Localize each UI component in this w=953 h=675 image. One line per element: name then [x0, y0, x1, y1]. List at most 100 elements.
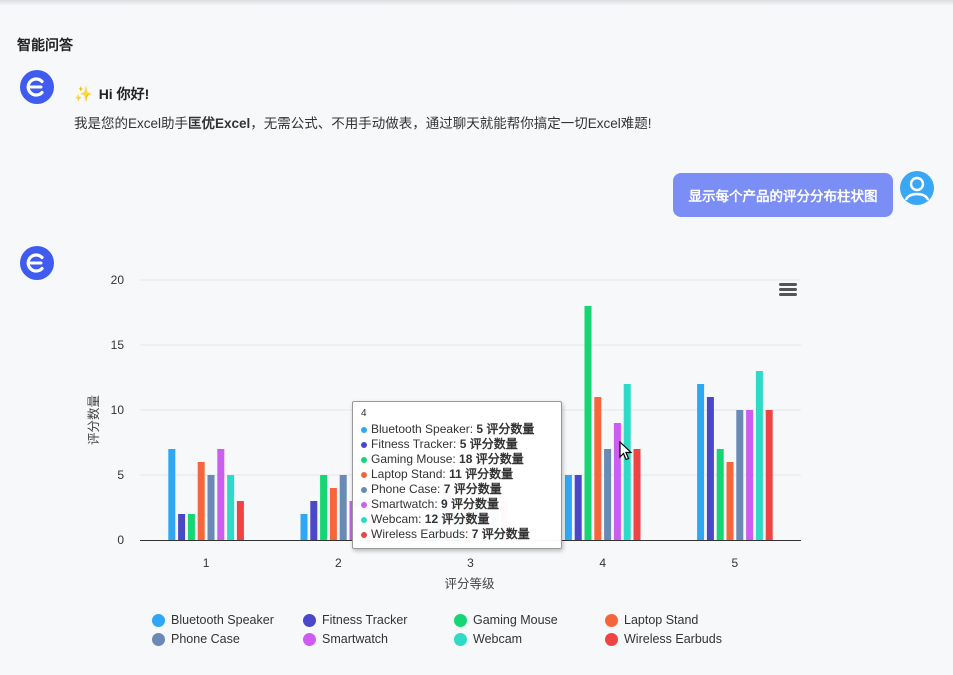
legend-label: Fitness Tracker: [322, 613, 408, 627]
tooltip-series-name: Webcam:: [371, 512, 425, 526]
tooltip-row: Webcam: 12 评分数量: [361, 512, 553, 527]
legend-label: Smartwatch: [322, 632, 388, 646]
bar-phone-case: [339, 475, 347, 540]
x-tick-label: 5: [732, 556, 739, 570]
tooltip-row: Smartwatch: 9 评分数量: [361, 497, 553, 512]
bar-gaming-mouse: [716, 449, 724, 540]
bar-smartwatch: [217, 449, 225, 540]
series-dot-icon: [361, 456, 367, 463]
tooltip-value: 5 评分数量: [476, 422, 535, 436]
tooltip-row: Gaming Mouse: 18 评分数量: [361, 452, 553, 467]
tooltip-value: 11 评分数量: [449, 467, 514, 481]
hamburger-menu-icon[interactable]: [779, 283, 797, 297]
bar-laptop-stand: [726, 462, 734, 540]
x-tick-label: 1: [203, 556, 210, 570]
legend-item-laptop-stand[interactable]: Laptop Stand: [605, 613, 698, 627]
tooltip-value: 18 评分数量: [459, 452, 524, 466]
series-dot-icon: [361, 516, 367, 523]
y-tick-label: 0: [117, 533, 124, 547]
greeting-brand: 匡优Excel: [188, 116, 251, 131]
bar-wireless-earbuds: [236, 501, 244, 540]
greeting-hi: Hi 你好!: [98, 86, 150, 102]
legend-dot-icon: [454, 613, 467, 627]
legend-dot-icon: [303, 613, 316, 627]
legend-label: Phone Case: [171, 632, 240, 646]
bar-wireless-earbuds: [765, 410, 773, 540]
y-tick-label: 10: [111, 403, 125, 417]
legend-item-webcam[interactable]: Webcam: [454, 632, 522, 646]
tooltip-row: Fitness Tracker: 5 评分数量: [361, 437, 553, 452]
tooltip-series-name: Bluetooth Speaker:: [371, 422, 477, 436]
legend-label: Webcam: [473, 632, 523, 646]
legend-item-smartwatch[interactable]: Smartwatch: [303, 632, 388, 646]
bar-fitness-tracker: [706, 397, 714, 540]
user-avatar-icon: [900, 171, 934, 205]
sparkle-icon: ✨: [74, 86, 93, 103]
tooltip-series-name: Gaming Mouse:: [371, 452, 460, 466]
bar-fitness-tracker: [178, 514, 186, 540]
bar-laptop-stand: [197, 462, 205, 540]
tooltip-value: 12 评分数量: [424, 512, 490, 526]
tooltip-row: Wireless Earbuds: 7 评分数量: [361, 527, 553, 542]
bar-wireless-earbuds: [633, 449, 641, 540]
legend-item-gaming-mouse[interactable]: Gaming Mouse: [454, 613, 558, 627]
bar-phone-case: [604, 449, 612, 540]
x-tick-label: 4: [599, 556, 606, 570]
legend-dot-icon: [605, 613, 618, 627]
bar-webcam: [623, 384, 631, 540]
series-dot-icon: [361, 471, 367, 478]
series-dot-icon: [361, 501, 367, 508]
legend-dot-icon: [152, 632, 165, 646]
bot-avatar-icon: [20, 70, 54, 104]
series-dot-icon: [361, 531, 367, 538]
legend-label: Bluetooth Speaker: [171, 613, 274, 627]
legend-dot-icon: [605, 632, 618, 646]
legend-label: Wireless Earbuds: [624, 632, 722, 646]
legend-item-fitness-tracker[interactable]: Fitness Tracker: [303, 613, 407, 627]
tooltip-value: 7 评分数量: [471, 527, 530, 541]
legend-item-wireless-earbuds[interactable]: Wireless Earbuds: [605, 632, 722, 646]
legend-dot-icon: [152, 613, 165, 627]
legend-label: Laptop Stand: [624, 613, 699, 627]
bar-gaming-mouse: [584, 306, 592, 540]
tooltip-row: Bluetooth Speaker: 5 评分数量: [361, 422, 553, 437]
bar-bluetooth-speaker: [697, 384, 705, 540]
bar-bluetooth-speaker: [564, 475, 572, 540]
user-message-bubble: 显示每个产品的评分分布柱状图: [673, 173, 893, 217]
chart-tooltip: 4 Bluetooth Speaker: 5 评分数量 Fitness Track…: [352, 401, 562, 549]
bar-bluetooth-speaker: [300, 514, 308, 540]
bar-webcam: [755, 371, 763, 540]
legend-item-bluetooth-speaker[interactable]: Bluetooth Speaker: [152, 613, 274, 627]
legend-label: Gaming Mouse: [473, 613, 558, 627]
bar-phone-case: [207, 475, 215, 540]
greeting-prefix: 我是您的Excel助手: [74, 116, 189, 131]
bar-phone-case: [736, 410, 744, 540]
tooltip-series-name: Smartwatch:: [371, 497, 442, 511]
greeting-suffix: ，无需公式、不用手动做表，通过聊天就能帮你搞定一切Excel难题!: [250, 116, 652, 131]
legend-dot-icon: [303, 632, 316, 646]
tooltip-series-name: Phone Case:: [371, 482, 444, 496]
bar-laptop-stand: [329, 488, 337, 540]
bar-fitness-tracker: [310, 501, 318, 540]
bar-bluetooth-speaker: [168, 449, 176, 540]
x-tick-label: 3: [467, 556, 474, 570]
series-dot-icon: [361, 426, 367, 433]
series-dot-icon: [361, 486, 367, 493]
y-tick-label: 20: [111, 273, 125, 287]
tooltip-series-name: Wireless Earbuds:: [371, 527, 472, 541]
tooltip-header: 4: [361, 408, 367, 419]
legend-item-phone-case[interactable]: Phone Case: [152, 632, 240, 646]
series-dot-icon: [361, 441, 367, 448]
y-tick-label: 5: [117, 468, 124, 482]
bot-avatar-icon: [20, 246, 54, 280]
tooltip-series-name: Fitness Tracker:: [371, 437, 460, 451]
bar-webcam: [227, 475, 235, 540]
legend-dot-icon: [454, 632, 467, 646]
bar-smartwatch: [746, 410, 754, 540]
bar-laptop-stand: [594, 397, 602, 540]
x-tick-label: 2: [335, 556, 342, 570]
bar-gaming-mouse: [320, 475, 328, 540]
tooltip-value: 5 评分数量: [459, 437, 518, 451]
greeting-title: ✨ Hi 你好!: [74, 84, 149, 104]
tooltip-value: 9 评分数量: [441, 497, 500, 511]
